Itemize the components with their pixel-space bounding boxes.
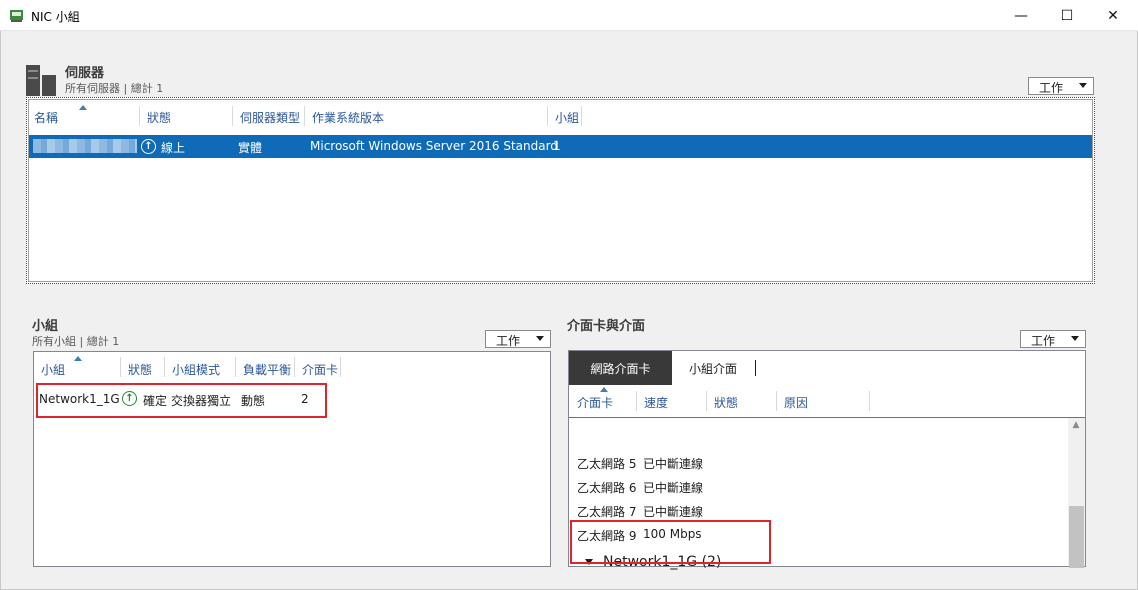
window-title: NIC 小組 — [31, 10, 80, 24]
teams-tasks-button[interactable]: 工作 — [485, 330, 551, 348]
adapter-speed: 已中斷連線 — [643, 457, 704, 471]
chevron-down-icon — [536, 336, 544, 341]
col-divider — [581, 106, 582, 126]
list-item[interactable]: 乙太網路 5 已中斷連線 — [569, 455, 1067, 477]
teams-subtitle: 所有小組 | 總計 1 — [32, 335, 120, 348]
col-divider — [636, 391, 637, 411]
col-header-status[interactable]: 狀態 — [714, 394, 738, 411]
tab-caret — [755, 360, 756, 376]
title-bar: NIC 小組 — ☐ ✕ — [0, 0, 1138, 31]
col-header-teams[interactable]: 小組 — [555, 109, 579, 126]
col-header-adapter[interactable]: 介面卡 — [577, 394, 613, 411]
scroll-up-icon[interactable]: ▲ — [1068, 420, 1084, 430]
tab-network-adapters[interactable]: 網路介面卡 — [569, 351, 672, 385]
adapter-name: 乙太網路 5 — [577, 457, 637, 471]
teams-table[interactable]: 小組 狀態 小組模式 負載平衡 介面卡 Network1_1G ↑ 確定 交換器… — [33, 351, 551, 567]
col-divider — [304, 106, 305, 126]
col-divider — [120, 357, 121, 377]
sort-ascending-icon — [74, 356, 82, 361]
teams-tasks-label: 工作 — [496, 334, 521, 348]
col-header-adapters[interactable]: 介面卡 — [302, 361, 338, 378]
server-status: 線上 — [161, 141, 186, 155]
col-divider — [776, 391, 777, 411]
maximize-button[interactable]: ☐ — [1044, 0, 1090, 31]
server-type: 實體 — [238, 141, 263, 155]
servers-table[interactable]: 名稱 狀態 伺服器類型 作業系統版本 小組 ↑ 線上 實體 Microsoft … — [26, 97, 1095, 284]
minimize-icon: — — [1014, 7, 1028, 24]
server-team-count: 1 — [553, 139, 561, 153]
main-content: 伺服器 所有伺服器 | 總計 1 工作 名稱 狀態 伺服器類型 作業系統版本 小… — [0, 31, 1138, 590]
sort-ascending-icon — [600, 387, 608, 392]
close-button[interactable]: ✕ — [1090, 0, 1136, 31]
servers-tasks-button[interactable]: 工作 — [1028, 77, 1094, 95]
adapter-speed: 已中斷連線 — [643, 481, 704, 495]
table-row-selected[interactable]: ↑ 線上 實體 Microsoft Windows Server 2016 St… — [29, 135, 1092, 158]
online-status-icon: ↑ — [141, 139, 156, 154]
highlight-box — [570, 520, 771, 564]
chevron-down-icon — [1079, 83, 1087, 88]
list-item[interactable]: 乙太網路 6 已中斷連線 — [569, 479, 1067, 501]
col-divider — [706, 391, 707, 411]
sort-ascending-icon — [79, 105, 87, 110]
minimize-button[interactable]: — — [998, 0, 1044, 31]
server-icon — [26, 65, 56, 96]
col-divider — [139, 106, 140, 126]
nic-team-app-icon — [10, 10, 23, 22]
col-divider — [294, 357, 295, 377]
tab-team-interfaces[interactable]: 小組介面 — [672, 351, 754, 385]
col-divider — [232, 106, 233, 126]
scroll-thumb[interactable] — [1069, 506, 1084, 568]
chevron-down-icon — [1071, 336, 1079, 341]
col-divider — [547, 106, 548, 126]
col-header-status[interactable]: 狀態 — [128, 361, 152, 378]
servers-subtitle: 所有伺服器 | 總計 1 — [65, 82, 164, 95]
adapter-speed: 已中斷連線 — [643, 505, 704, 519]
adapter-name: 乙太網路 7 — [577, 505, 637, 519]
adapters-header-row: 介面卡 速度 狀態 原因 — [569, 385, 1085, 418]
col-divider — [869, 391, 870, 411]
col-header-os-version[interactable]: 作業系統版本 — [312, 109, 384, 126]
maximize-icon: ☐ — [1060, 7, 1074, 24]
vertical-scrollbar[interactable]: ▲ — [1068, 418, 1085, 568]
server-os: Microsoft Windows Server 2016 Standard — [310, 139, 558, 153]
highlight-box — [36, 383, 327, 418]
close-icon: ✕ — [1107, 7, 1119, 24]
adapters-tasks-button[interactable]: 工作 — [1020, 330, 1086, 348]
servers-title: 伺服器 — [65, 66, 105, 81]
col-divider — [164, 357, 165, 377]
col-header-reason[interactable]: 原因 — [784, 394, 808, 411]
col-header-team[interactable]: 小組 — [41, 361, 65, 378]
col-divider — [340, 357, 341, 377]
col-header-server-type[interactable]: 伺服器類型 — [240, 109, 300, 126]
col-header-speed[interactable]: 速度 — [644, 394, 668, 411]
col-header-status[interactable]: 狀態 — [147, 109, 171, 126]
col-header-name[interactable]: 名稱 — [34, 109, 58, 126]
servers-tasks-label: 工作 — [1039, 81, 1064, 95]
adapters-tasks-label: 工作 — [1031, 334, 1056, 348]
redacted-server-name — [33, 139, 137, 153]
adapters-title: 介面卡與介面 — [567, 319, 646, 334]
adapter-name: 乙太網路 6 — [577, 481, 637, 495]
col-header-team-mode[interactable]: 小組模式 — [172, 361, 220, 378]
col-divider — [235, 357, 236, 377]
teams-title: 小組 — [32, 319, 59, 334]
col-header-load-balancing[interactable]: 負載平衡 — [243, 361, 291, 378]
